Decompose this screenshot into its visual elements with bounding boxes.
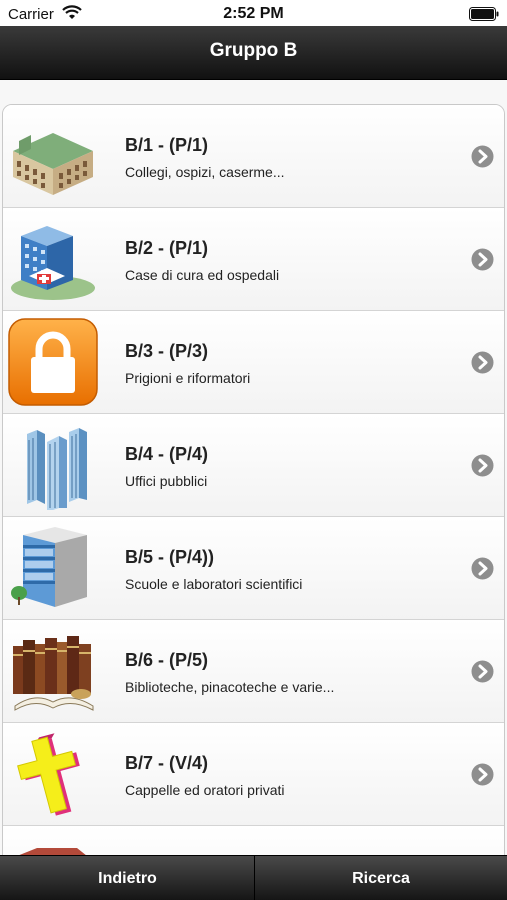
chevron-right-icon — [471, 763, 494, 786]
battery-icon — [469, 7, 499, 26]
item-code: B/4 - (P/4) — [125, 444, 209, 464]
library-books-icon — [7, 626, 99, 716]
chevron-right-icon — [471, 248, 494, 271]
status-bar: Carrier 2:52 PM — [0, 0, 507, 28]
list-item[interactable]: B/5 - (P/4)) Scuole e laboratori scienti… — [3, 517, 504, 620]
search-button[interactable]: Ricerca — [255, 856, 507, 900]
item-code: B/1 - (P/1) — [125, 135, 209, 155]
chevron-right-icon — [471, 660, 494, 683]
chevron-right-icon — [471, 557, 494, 580]
list-item[interactable] — [3, 826, 504, 855]
cross-icon — [7, 729, 99, 819]
chevron-right-icon — [471, 454, 494, 477]
chevron-right-icon — [471, 145, 494, 168]
chevron-right-icon — [471, 351, 494, 374]
office-towers-icon — [7, 420, 99, 510]
item-code: B/7 - (V/4) — [125, 753, 209, 773]
padlock-icon — [7, 317, 99, 407]
status-time: 2:52 PM — [223, 5, 284, 22]
list-item[interactable]: B/6 - (P/5) Biblioteche, pinacoteche e v… — [3, 620, 504, 723]
item-description: Uffici pubblici — [125, 473, 208, 489]
item-description: Biblioteche, pinacoteche e varie... — [125, 679, 335, 695]
item-code: B/5 - (P/4)) — [125, 547, 215, 567]
list-item[interactable]: B/7 - (V/4) Cappelle ed oratori privati — [3, 723, 504, 826]
item-description: Prigioni e riformatori — [125, 370, 251, 386]
historic-building-icon — [7, 111, 99, 201]
item-code: B/6 - (P/5) — [125, 650, 209, 670]
item-description: Scuole e laboratori scientifici — [125, 576, 303, 592]
list-item[interactable]: B/1 - (P/1) Collegi, ospizi, caserme... — [3, 105, 504, 208]
item-code: B/2 - (P/1) — [125, 238, 209, 258]
back-button[interactable]: Indietro — [0, 856, 255, 900]
hospital-icon — [7, 214, 99, 304]
item-description: Cappelle ed oratori privati — [125, 782, 285, 798]
navigation-bar: Gruppo B — [0, 26, 507, 80]
content-area[interactable]: B/1 - (P/1) Collegi, ospizi, caserme... — [0, 80, 507, 855]
list-item[interactable]: B/4 - (P/4) Uffici pubblici — [3, 414, 504, 517]
building-roof-icon — [7, 832, 99, 855]
list-item[interactable]: B/3 - (P/3) Prigioni e riformatori — [3, 311, 504, 414]
item-code: B/3 - (P/3) — [125, 341, 209, 361]
bottom-toolbar: Indietro Ricerca — [0, 855, 507, 900]
item-description: Collegi, ospizi, caserme... — [125, 164, 285, 180]
school-building-icon — [7, 523, 99, 613]
category-list: B/1 - (P/1) Collegi, ospizi, caserme... — [2, 104, 505, 855]
list-item[interactable]: B/2 - (P/1) Case di cura ed ospedali — [3, 208, 504, 311]
item-description: Case di cura ed ospedali — [125, 267, 280, 283]
page-title: Gruppo B — [209, 40, 298, 61]
